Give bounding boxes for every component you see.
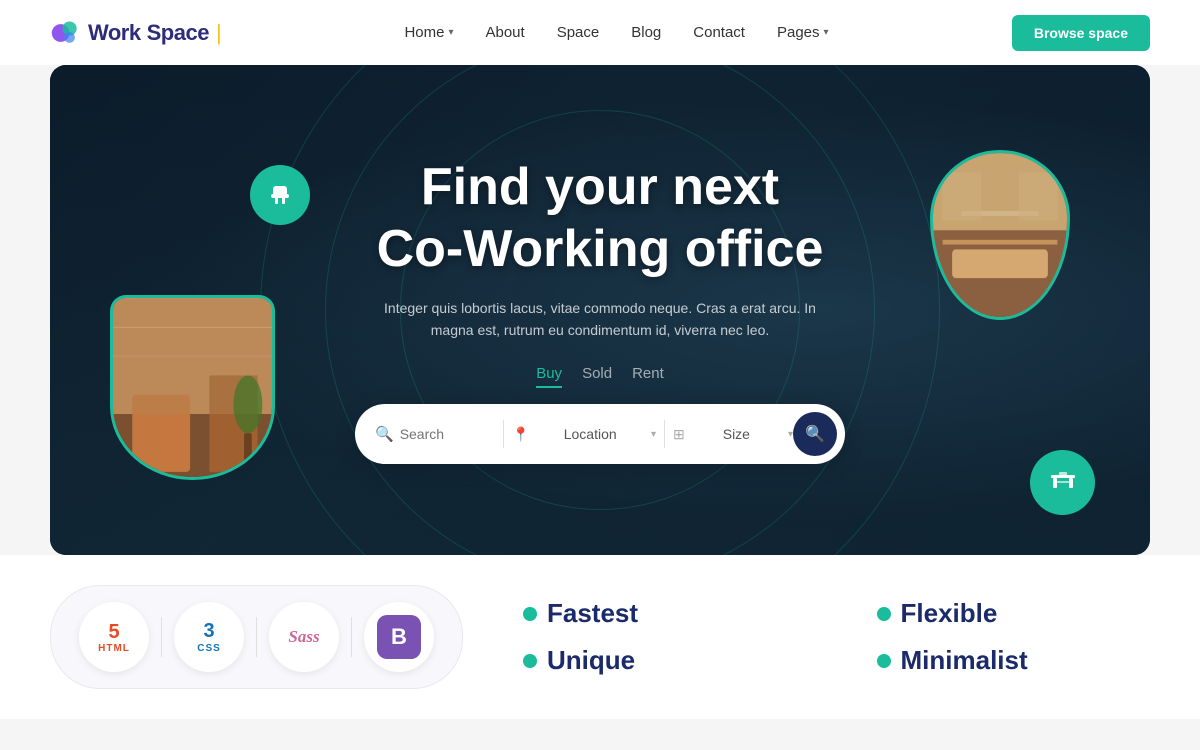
logo-work-text: Work <box>88 20 141 46</box>
features-grid: Fastest Flexible Unique Minimalist <box>523 598 1150 676</box>
bootstrap-label: B <box>391 624 407 650</box>
logo-bar: | <box>216 20 221 46</box>
pages-chevron-icon: ▾ <box>824 27 829 38</box>
feature-flexible: Flexible <box>877 598 1151 629</box>
browse-space-button[interactable]: Browse space <box>1012 15 1150 51</box>
minimalist-dot <box>877 654 891 668</box>
nav-space[interactable]: Space <box>557 24 600 42</box>
search-input[interactable] <box>400 426 480 442</box>
hero-section: Find your next Co-Working office Integer… <box>50 65 1150 555</box>
hero-content: Find your next Co-Working office Integer… <box>50 65 1150 555</box>
css-number: 3 <box>197 620 221 643</box>
search-bar: 🔍 📍 Location ▾ ⊞ Size ▾ 🔍 <box>355 404 845 464</box>
bottom-section: 5 HTML 3 CSS Sass B Fastest <box>0 555 1200 719</box>
search-btn-icon: 🔍 <box>805 424 825 444</box>
minimalist-label: Minimalist <box>901 645 1028 676</box>
search-divider <box>503 420 504 448</box>
css-label: CSS <box>197 643 221 654</box>
fastest-label: Fastest <box>547 598 638 629</box>
nav-pages-link[interactable]: Pages <box>777 24 820 41</box>
sass-badge: Sass <box>269 602 339 672</box>
search-button[interactable]: 🔍 <box>793 412 837 456</box>
badge-divider-3 <box>351 617 352 657</box>
feature-fastest: Fastest <box>523 598 797 629</box>
unique-label: Unique <box>547 645 635 676</box>
tab-rent[interactable]: Rent <box>632 365 664 388</box>
search-section: 🔍 <box>375 425 495 443</box>
nav-home-link[interactable]: Home <box>404 24 444 41</box>
search-icon: 🔍 <box>375 425 394 443</box>
home-chevron-icon: ▾ <box>448 27 453 38</box>
nav-blog[interactable]: Blog <box>631 24 661 42</box>
tab-buy[interactable]: Buy <box>536 365 562 388</box>
sass-label: Sass <box>288 627 319 647</box>
unique-dot <box>523 654 537 668</box>
hero-subtitle: Integer quis lobortis lacus, vitae commo… <box>365 297 835 342</box>
nav-space-link[interactable]: Space <box>557 24 600 41</box>
nav-contact-link[interactable]: Contact <box>693 24 745 41</box>
html-badge: 5 HTML <box>79 602 149 672</box>
feature-unique: Unique <box>523 645 797 676</box>
tech-badges-container: 5 HTML 3 CSS Sass B <box>50 585 463 689</box>
size-icon: ⊞ <box>673 426 685 443</box>
nav-links: Home ▾ About Space Blog Contact Pages ▾ <box>404 24 828 42</box>
nav-about[interactable]: About <box>485 24 524 42</box>
location-chevron-icon: ▾ <box>651 429 656 440</box>
hero-title: Find your next Co-Working office <box>377 156 824 281</box>
flexible-label: Flexible <box>901 598 998 629</box>
nav-pages[interactable]: Pages ▾ <box>777 24 829 41</box>
nav-contact[interactable]: Contact <box>693 24 745 42</box>
navbar: WorkSpace| Home ▾ About Space Blog Conta… <box>0 0 1200 65</box>
badge-divider-1 <box>161 617 162 657</box>
location-icon: 📍 <box>512 426 529 443</box>
nav-blog-link[interactable]: Blog <box>631 24 661 41</box>
bootstrap-icon: B <box>377 615 421 659</box>
bootstrap-badge: B <box>364 602 434 672</box>
nav-home[interactable]: Home ▾ <box>404 24 453 41</box>
location-label: Location <box>535 426 645 442</box>
location-dropdown[interactable]: 📍 Location ▾ <box>512 426 656 443</box>
tab-sold[interactable]: Sold <box>582 365 612 388</box>
logo-space-text: Space <box>147 20 209 46</box>
fastest-dot <box>523 607 537 621</box>
html-number: 5 <box>98 621 130 644</box>
logo[interactable]: WorkSpace | <box>50 17 221 49</box>
hero-tabs: Buy Sold Rent <box>536 365 664 388</box>
html-label: HTML <box>98 644 130 654</box>
css-badge: 3 CSS <box>174 602 244 672</box>
hero-title-line2: Co-Working office <box>377 220 824 278</box>
size-label: Size <box>691 426 782 442</box>
flexible-dot <box>877 607 891 621</box>
search-divider-2 <box>664 420 665 448</box>
size-dropdown[interactable]: ⊞ Size ▾ <box>673 426 793 443</box>
nav-about-link[interactable]: About <box>485 24 524 41</box>
logo-icon <box>50 17 82 49</box>
feature-minimalist: Minimalist <box>877 645 1151 676</box>
hero-title-line1: Find your next <box>421 158 779 216</box>
badge-divider-2 <box>256 617 257 657</box>
